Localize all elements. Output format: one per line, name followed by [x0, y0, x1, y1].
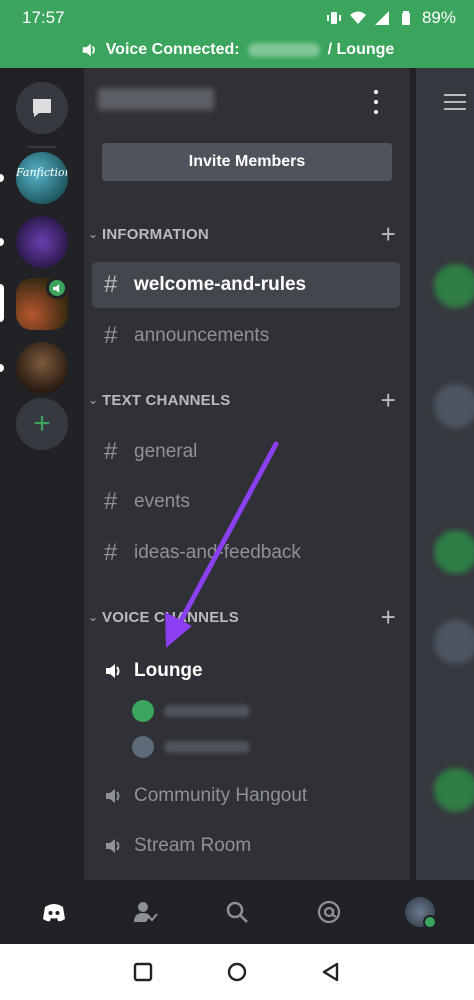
- voice-member[interactable]: [132, 697, 250, 725]
- channel-announcements[interactable]: # announcements: [92, 313, 400, 359]
- chevron-down-icon: ⌄: [88, 610, 99, 624]
- add-channel-icon[interactable]: +: [381, 219, 396, 250]
- category-label: INFORMATION: [102, 225, 209, 243]
- tab-home[interactable]: [30, 888, 78, 936]
- server-rail: Fanfiction +: [0, 68, 84, 880]
- voice-connected-banner[interactable]: Voice Connected: / Lounge: [0, 36, 474, 64]
- channel-general[interactable]: # general: [92, 429, 400, 475]
- voice-channel-stream-room[interactable]: Stream Room: [92, 823, 400, 869]
- bottom-tab-bar: [0, 880, 474, 944]
- chevron-down-icon: ⌄: [88, 393, 99, 407]
- selected-server-indicator: [0, 284, 4, 322]
- avatar: [434, 264, 474, 308]
- wifi-icon: [349, 11, 366, 24]
- tab-mentions[interactable]: [305, 888, 353, 936]
- voice-connected-label: Voice Connected:: [105, 41, 240, 58]
- channel-label: ideas-and-feedback: [134, 542, 301, 563]
- tab-profile[interactable]: [396, 888, 444, 936]
- more-options-icon[interactable]: [368, 90, 384, 114]
- channel-label: Stream Room: [134, 835, 252, 856]
- speaker-icon: [106, 839, 120, 853]
- channel-label: announcements: [134, 325, 270, 346]
- hash-icon: #: [104, 322, 118, 349]
- back-icon[interactable]: [320, 961, 342, 983]
- hash-icon: #: [104, 271, 118, 298]
- system-status-row: 17:57 89%: [0, 0, 474, 36]
- channel-panel: Invite Members ⌄ INFORMATION + # welcome…: [84, 68, 410, 880]
- recents-icon[interactable]: [132, 961, 154, 983]
- category-label: TEXT CHANNELS: [102, 391, 231, 409]
- hash-icon: #: [104, 488, 118, 515]
- rail-divider: [28, 146, 56, 148]
- unread-pip: [0, 174, 4, 182]
- voice-channel-lounge[interactable]: Lounge: [92, 648, 400, 694]
- channel-label: welcome-and-rules: [134, 274, 307, 295]
- chat-peek-panel[interactable]: [410, 68, 474, 880]
- profile-avatar: [405, 897, 438, 929]
- speaker-icon: [82, 43, 95, 57]
- unread-pip: [0, 238, 4, 246]
- category-voice-channels[interactable]: ⌄ VOICE CHANNELS +: [84, 602, 410, 632]
- add-channel-icon[interactable]: +: [381, 385, 396, 416]
- plus-icon: +: [33, 407, 51, 440]
- add-server-button[interactable]: +: [16, 398, 68, 450]
- speaker-icon: [106, 789, 120, 803]
- avatar: [132, 736, 154, 758]
- voice-channel-community-hangout[interactable]: Community Hangout: [92, 773, 400, 819]
- status-bar: 17:57 89% Voice Connected: / Lounge: [0, 0, 474, 68]
- discord-home-icon: [42, 904, 65, 922]
- unread-pip: [0, 364, 4, 372]
- blurred-server-name: [247, 43, 320, 57]
- books-server-icon[interactable]: [16, 342, 68, 394]
- invite-members-button[interactable]: Invite Members: [102, 143, 392, 181]
- clapper-heart-server-icon[interactable]: [16, 216, 68, 268]
- speaker-icon: [52, 283, 59, 293]
- channel-label: events: [134, 491, 190, 512]
- server-header[interactable]: [84, 68, 410, 134]
- chat-bubble-icon: [33, 99, 51, 117]
- android-nav-bar: [0, 944, 474, 1000]
- tab-search[interactable]: [213, 888, 261, 936]
- signal-icon: [374, 11, 389, 25]
- blurred-member-name: [164, 741, 250, 753]
- tab-friends[interactable]: [121, 888, 169, 936]
- direct-messages-button[interactable]: [16, 82, 68, 134]
- avatar: [434, 530, 474, 574]
- speaker-icon: [106, 664, 120, 678]
- voice-channel-name: / Lounge: [327, 41, 395, 58]
- voice-active-badge: [46, 277, 68, 299]
- fanfiction-server-icon[interactable]: Fanfiction: [16, 152, 68, 204]
- battery-percent: 89%: [421, 8, 456, 27]
- home-circle-icon[interactable]: [226, 961, 248, 983]
- avatar: [434, 768, 474, 812]
- avatar: [132, 700, 154, 722]
- hash-icon: #: [104, 438, 118, 465]
- mentions-icon: [317, 900, 340, 924]
- channel-ideas-and-feedback[interactable]: # ideas-and-feedback: [92, 530, 400, 576]
- channel-label: general: [134, 441, 198, 462]
- avatar: [434, 620, 474, 664]
- channel-label: Lounge: [134, 660, 203, 681]
- blurred-server-title: [98, 88, 214, 110]
- avatar: [434, 384, 474, 428]
- clock: 17:57: [22, 8, 65, 27]
- voice-member[interactable]: [132, 733, 250, 761]
- friends-icon: [134, 902, 159, 922]
- blurred-member-name: [164, 705, 250, 717]
- add-channel-icon[interactable]: +: [381, 602, 396, 633]
- chevron-down-icon: ⌄: [88, 227, 99, 241]
- channel-welcome-and-rules[interactable]: # welcome-and-rules: [92, 262, 400, 308]
- search-icon: [226, 901, 248, 923]
- battery-icon: [401, 11, 410, 25]
- hash-icon: #: [104, 539, 118, 566]
- channel-label: Community Hangout: [134, 785, 308, 806]
- channel-events[interactable]: # events: [92, 479, 400, 525]
- category-text-channels[interactable]: ⌄ TEXT CHANNELS +: [84, 385, 410, 415]
- category-information[interactable]: ⌄ INFORMATION +: [84, 219, 410, 249]
- category-label: VOICE CHANNELS: [102, 608, 239, 626]
- hamburger-menu-icon[interactable]: [444, 94, 466, 115]
- vibrate-icon: [326, 12, 341, 24]
